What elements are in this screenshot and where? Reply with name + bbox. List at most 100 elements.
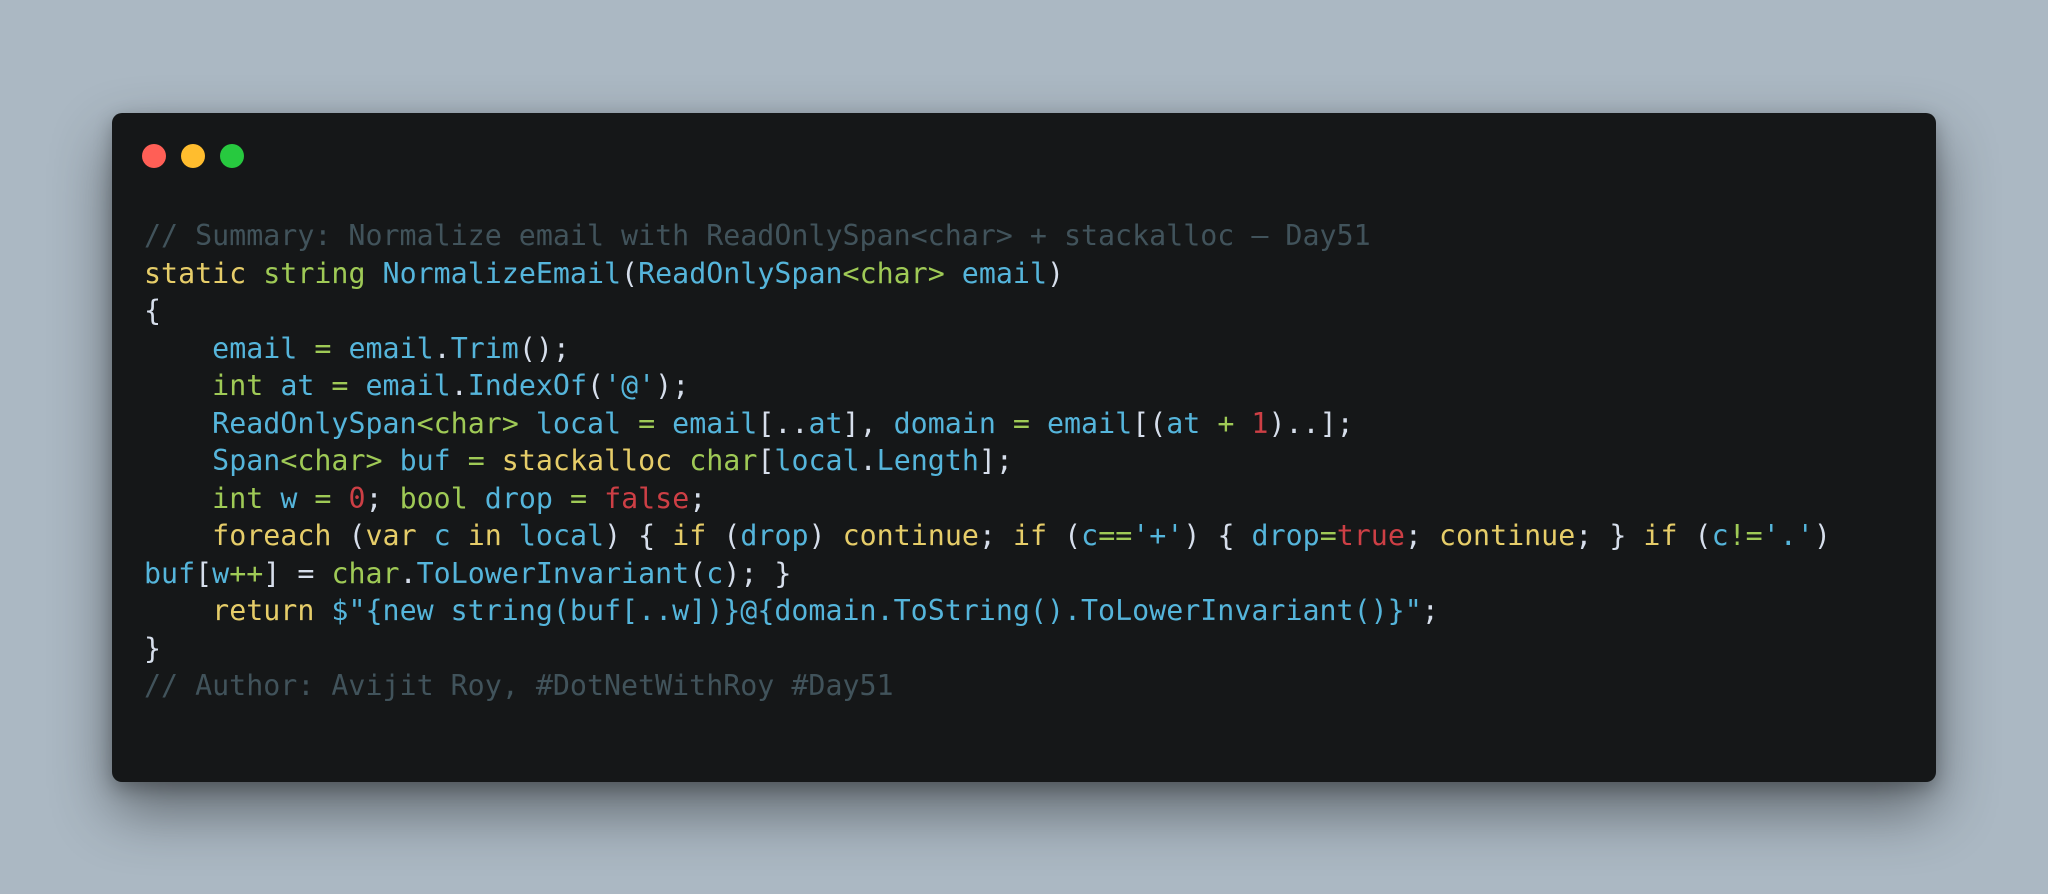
code-line: foreach (var c in local) { if (drop) con… <box>144 517 1831 555</box>
code-token: ); } <box>723 556 792 590</box>
code-token: int <box>212 369 264 402</box>
code-token: return <box>212 594 315 627</box>
code-token: ]; <box>978 444 1013 477</box>
code-token: '@' <box>604 369 656 402</box>
code-line: int w = 0; bool drop = false; <box>144 480 1831 518</box>
code-token: char <box>689 444 758 477</box>
code-token: (); <box>518 331 570 365</box>
code-line: int at = email.IndexOf('@'); <box>144 367 1831 405</box>
code-token: . <box>433 331 451 365</box>
code-token: int <box>212 481 264 515</box>
code-token: <char> <box>416 406 519 440</box>
code-token: true <box>1336 519 1405 552</box>
code-token: var <box>365 519 417 552</box>
code-line: } <box>144 630 1831 668</box>
code-token: at <box>1166 406 1201 440</box>
code-token: [ <box>195 556 213 590</box>
code-token: local <box>774 444 860 477</box>
code-line: static string NormalizeEmail(ReadOnlySpa… <box>144 255 1831 293</box>
code-token: NormalizeEmail <box>382 256 622 290</box>
code-token: ; <box>1404 519 1439 552</box>
code-token: w <box>280 481 298 515</box>
code-token: . <box>399 556 417 590</box>
code-token: foreach <box>212 519 332 552</box>
code-token: c <box>1711 519 1729 552</box>
code-token: + <box>1200 406 1252 440</box>
code-token: buf <box>144 556 196 590</box>
code-token: ; } <box>1575 519 1644 552</box>
code-token: ( <box>706 519 741 552</box>
code-token: ( <box>587 369 605 402</box>
code-token: Trim <box>450 331 519 365</box>
code-token: )..]; <box>1268 406 1354 440</box>
code-token: [ <box>757 444 775 477</box>
code-token: at <box>808 406 843 440</box>
code-token: ) { <box>1183 519 1252 552</box>
code-token: c <box>433 519 451 552</box>
close-dot-icon[interactable] <box>142 144 166 168</box>
code-token: ) { <box>604 519 673 552</box>
code-token: if <box>1643 519 1678 552</box>
code-token: bool <box>399 481 468 515</box>
code-token: = <box>995 406 1047 440</box>
code-token: // Author: Avijit Roy, #DotNetWithRoy #D… <box>144 669 894 702</box>
code-token: ToLowerInvariant <box>416 556 690 590</box>
maximize-dot-icon[interactable] <box>220 144 244 168</box>
code-token: = <box>297 331 349 365</box>
code-token: '.' <box>1762 519 1814 552</box>
code-token: == <box>1098 519 1133 552</box>
code-token: domain <box>893 406 996 440</box>
code-line: Span<char> buf = stackalloc char[local.L… <box>144 442 1831 480</box>
code-token: buf <box>399 444 451 477</box>
code-line: // Summary: Normalize email with ReadOnl… <box>144 217 1831 255</box>
code-token: ) <box>1046 256 1065 290</box>
code-token: ( <box>1047 519 1082 552</box>
code-token: ; <box>689 481 707 515</box>
code-token: email <box>961 256 1047 290</box>
code-token: email <box>1046 406 1133 440</box>
code-token: ( <box>331 519 366 552</box>
code-token: <char> <box>280 444 383 477</box>
code-token: drop <box>1251 519 1320 552</box>
code-token: drop <box>740 519 809 552</box>
code-token: w <box>212 556 230 590</box>
code-token: = <box>1319 519 1337 552</box>
code-token: if <box>1012 519 1048 552</box>
code-line: email = email.Trim(); <box>144 330 1831 368</box>
code-token: . <box>450 369 468 402</box>
code-token: ] = <box>263 556 332 590</box>
code-token: 1 <box>1251 406 1269 440</box>
code-token: IndexOf <box>467 369 587 402</box>
code-token: ); <box>655 369 690 402</box>
code-token: <char> <box>842 256 945 290</box>
code-token: = <box>314 369 366 402</box>
code-token: ) <box>808 519 843 552</box>
code-token: ; <box>1421 594 1439 627</box>
code-token: != <box>1728 519 1763 552</box>
code-token: char <box>331 556 400 590</box>
minimize-dot-icon[interactable] <box>181 144 205 168</box>
code-token: static <box>144 256 247 290</box>
code-token: ReadOnlySpan <box>212 406 417 440</box>
code-token: [.. <box>757 406 809 440</box>
code-token: string <box>263 256 366 290</box>
code-token: { <box>144 294 162 327</box>
code-token: c <box>706 556 724 590</box>
code-token: ; <box>978 519 1013 552</box>
code-token: false <box>604 481 690 515</box>
code-token: continue <box>1438 519 1576 552</box>
code-token: email <box>365 369 451 402</box>
code-token: ++ <box>229 556 264 590</box>
